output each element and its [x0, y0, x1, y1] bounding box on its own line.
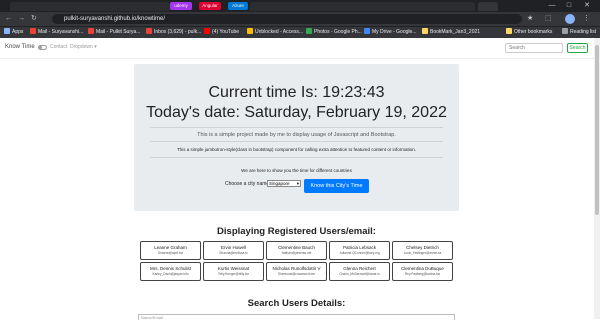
user-card: Nicholas Runolfsdottir V Sherwood@rosamon… — [266, 262, 327, 281]
bookmark-inbox[interactable]: Inbox (3,629) - pulk... — [146, 27, 201, 37]
know-time-button[interactable]: Know this City's Time — [304, 179, 369, 193]
youtube-icon — [204, 28, 210, 34]
forward-icon[interactable]: → — [18, 12, 25, 26]
search-button[interactable]: Search — [567, 43, 588, 53]
minimize-icon[interactable]: — — [545, 1, 559, 11]
user-name: Clementina DuBuque — [401, 266, 444, 271]
menu-icon[interactable]: ⋮ — [583, 12, 590, 26]
divider — [150, 157, 443, 158]
puzzle-icon[interactable]: ⬚ — [545, 12, 552, 26]
bookmark-drive[interactable]: My Drive - Google... — [364, 27, 416, 37]
user-name: Ervin Howell — [220, 245, 246, 250]
bookmark-other[interactable]: Other bookmarks — [506, 27, 552, 37]
reload-icon[interactable]: ↻ — [31, 12, 37, 26]
search-users-heading: Search Users Details: — [247, 298, 346, 309]
current-date: Today's date: Saturday, February 19, 202… — [146, 104, 447, 121]
user-card: Clementine Bauch Nathan@yesenia.net — [266, 241, 327, 260]
user-card: Chelsey Dietrich Lucio_Hettinger@annie.ca — [392, 241, 453, 260]
user-card: Glenna Reichert Chaim_McDermott@dana.io — [329, 262, 390, 281]
divider — [150, 127, 443, 128]
gmail-icon — [30, 28, 36, 34]
bookmark-icon — [247, 28, 253, 34]
nav-dropdown[interactable]: Dropdown ▾ — [70, 44, 97, 50]
lead-text: This is a simple project made by me to d… — [197, 132, 396, 138]
close-icon[interactable]: ✕ — [580, 1, 594, 11]
intro-text: We are here to show you the time for dif… — [241, 168, 352, 173]
user-name: Leanne Graham — [154, 245, 187, 250]
scrollbar-thumb[interactable] — [595, 45, 599, 215]
bookmark-youtube[interactable]: (4) YouTube — [204, 27, 239, 37]
user-email: Nathan@yesenia.net — [281, 251, 312, 255]
reading-list[interactable]: Reading list — [562, 27, 596, 37]
nav-contact[interactable]: Contact — [50, 44, 67, 50]
user-name: Patricia Lebsack — [342, 245, 377, 250]
bookmark-unblocked[interactable]: Unblocked - Access... — [247, 27, 303, 37]
tab-udemy[interactable]: udemy — [170, 2, 192, 10]
folder-icon — [506, 28, 512, 34]
extensions-icon[interactable]: ★ — [527, 12, 533, 26]
user-name: Kurtis Weissnat — [217, 266, 250, 271]
tab-active[interactable] — [478, 2, 498, 11]
user-card: Clementina DuBuque Rey.Padberg@karina.biz — [392, 262, 453, 281]
theme-toggle[interactable] — [38, 45, 47, 50]
bookmark-photos[interactable]: Photos - Google Ph... — [306, 27, 362, 37]
bookmark-mail-2[interactable]: Mail - Pulkit Surya... — [88, 27, 140, 37]
reading-list-icon — [562, 28, 568, 34]
user-card: Kurtis Weissnat Telly.Hoeger@billy.biz — [203, 262, 264, 281]
description-text: This a simple jumbotron-style(class in b… — [176, 147, 417, 152]
chevron-down-icon: ▾ — [94, 44, 97, 50]
address-bar[interactable]: pulkit-suryavanshi.github.io/knowtime/ — [52, 14, 522, 24]
drive-icon — [364, 28, 370, 34]
avatar[interactable] — [565, 14, 575, 24]
user-name: Nicholas Runolfsdottir V — [272, 266, 321, 271]
bookmark-apps[interactable]: Apps — [4, 27, 23, 37]
current-time: Current time Is: 19:23:43 — [208, 84, 385, 101]
divider — [150, 141, 443, 142]
search-input[interactable]: Search — [505, 43, 563, 53]
apps-icon — [4, 28, 10, 34]
user-card: Patricia Lebsack Julianne.OConner@kory.or… — [329, 241, 390, 260]
user-card: Leanne Graham Sincere@april.biz — [140, 241, 201, 260]
user-card: Ervin Howell Shanna@melissa.tv — [203, 241, 264, 260]
tab-group-2[interactable] — [250, 2, 475, 11]
city-label: Choose a city name: — [225, 181, 271, 187]
user-email: Karley_Dach@jasper.info — [152, 272, 189, 276]
user-email: Rey.Padberg@karina.biz — [404, 272, 441, 276]
gmail-icon — [146, 28, 152, 34]
user-name: Glenna Reichert — [343, 266, 376, 271]
bookmark-folder[interactable]: BookMark_Jan3_2021 — [422, 27, 480, 37]
user-email: Sherwood@rosamond.me — [277, 272, 316, 276]
gmail-icon — [88, 28, 94, 34]
bookmark-mail-1[interactable]: Mail - Suryavanshi... — [30, 27, 83, 37]
city-select[interactable]: Singapore — [267, 180, 301, 187]
tab-angular[interactable]: Angular — [199, 2, 221, 10]
brand[interactable]: Know Time — [5, 44, 35, 50]
user-email: Chaim_McDermott@dana.io — [339, 272, 380, 276]
users-heading: Displaying Registered Users/email: — [217, 226, 376, 237]
user-card: Mrs. Dennis Schulist Karley_Dach@jasper.i… — [140, 262, 201, 281]
user-email: Sincere@april.biz — [157, 251, 184, 255]
user-name: Mrs. Dennis Schulist — [149, 266, 191, 271]
user-email: Julianne.OConner@kory.org — [339, 251, 380, 255]
maximize-icon[interactable]: □ — [562, 1, 576, 11]
user-email: Shanna@melissa.tv — [219, 251, 248, 255]
user-name: Chelsey Dietrich — [406, 245, 439, 250]
user-name: Clementine Bauch — [278, 245, 315, 250]
tab-azure[interactable]: Azure — [228, 2, 248, 10]
tab-group[interactable] — [10, 2, 170, 11]
back-icon[interactable]: ← — [5, 12, 12, 26]
folder-icon — [422, 28, 428, 34]
user-email: Telly.Hoeger@billy.biz — [218, 272, 249, 276]
user-search-input[interactable]: Name/Email — [138, 314, 455, 320]
user-email: Lucio_Hettinger@annie.ca — [403, 251, 442, 255]
photos-icon — [306, 28, 312, 34]
